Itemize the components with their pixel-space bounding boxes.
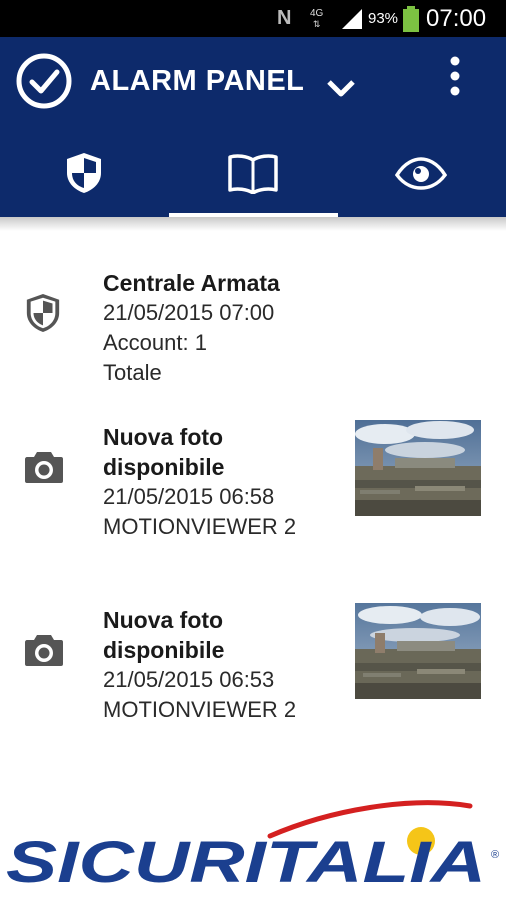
camera-icon [25, 635, 63, 666]
battery-icon [402, 0, 420, 37]
shield-icon [26, 294, 60, 332]
photo-thumbnail[interactable] [355, 420, 481, 516]
event-text: Nuova foto disponibile 21/05/2015 06:53 … [103, 605, 296, 725]
shield-icon [67, 153, 101, 193]
check-circle-icon[interactable] [16, 53, 72, 109]
book-icon [228, 154, 278, 194]
event-text: Nuova foto disponibile 21/05/2015 06:58 … [103, 422, 296, 542]
nfc-indicator: N [277, 7, 292, 29]
tab-alarm[interactable] [0, 129, 168, 217]
status-bar: N 4G ⇅ 93% 07:00 [0, 0, 506, 37]
network-label: 4G [310, 7, 324, 19]
registered-mark: ® [491, 849, 499, 861]
event-title: Nuova foto [103, 607, 224, 633]
event-text: Centrale Armata 21/05/2015 07:00 Account… [103, 268, 280, 388]
event-title-cont: disponibile [103, 637, 225, 663]
event-account: Account: 1 [103, 330, 207, 355]
event-source: MOTIONVIEWER 2 [103, 697, 297, 722]
appbar-shadow [0, 217, 506, 231]
event-title: Nuova foto [103, 424, 224, 450]
event-datetime: 21/05/2015 06:53 [103, 667, 275, 692]
event-source: MOTIONVIEWER 2 [103, 514, 297, 539]
app-title[interactable]: ALARM PANEL [90, 65, 304, 98]
tab-log[interactable] [169, 129, 337, 217]
network-indicator: 4G ⇅ [310, 0, 323, 37]
photo-thumbnail[interactable] [355, 603, 481, 699]
app-bar: ALARM PANEL [0, 37, 506, 217]
camera-icon [25, 452, 63, 483]
more-vert-icon[interactable] [440, 55, 470, 99]
signal-icon [340, 0, 364, 37]
logo-text: SICURITALIA [6, 830, 486, 895]
event-detail: Totale [103, 360, 162, 385]
chevron-down-icon[interactable] [326, 77, 356, 99]
event-title-cont: disponibile [103, 454, 225, 480]
tab-view[interactable] [337, 129, 505, 217]
event-datetime: 21/05/2015 07:00 [103, 300, 275, 325]
eye-icon [395, 157, 447, 190]
event-title: Centrale Armata [103, 270, 280, 296]
event-datetime: 21/05/2015 06:58 [103, 484, 275, 509]
company-logo: SICURITALIA ® [0, 796, 506, 896]
clock: 07:00 [426, 4, 487, 32]
data-arrows-icon: ⇅ [312, 18, 321, 29]
battery-percent: 93% [368, 10, 399, 27]
